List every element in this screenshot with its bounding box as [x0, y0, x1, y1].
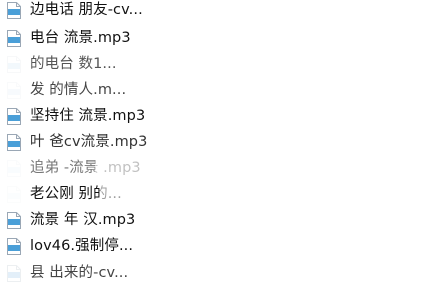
list-item[interactable]: 边电话 朋友-cv...: [0, 0, 143, 23]
mp3-file-icon: [7, 81, 21, 99]
file-name: 的电台 数1...: [30, 56, 117, 72]
mp3-file-icon: [7, 29, 21, 47]
mp3-file-icon: [7, 264, 21, 282]
list-item[interactable]: 县 出来的-cv...: [0, 260, 128, 283]
file-name: 边电话 朋友-cv...: [30, 2, 143, 18]
list-item[interactable]: 流景 年 汉.mp3: [0, 207, 135, 233]
file-list: 边电话 朋友-cv... 电台 流景.mp3 的电台 数1... 发 的情人.m…: [0, 0, 430, 283]
file-name: 县 出来的-cv...: [30, 265, 129, 281]
mp3-file-icon: [7, 107, 21, 125]
file-name: 追弟 -流景 .mp3: [30, 160, 141, 176]
list-item[interactable]: lov46.强制停...: [0, 233, 133, 259]
list-item[interactable]: 的电台 数1...: [0, 51, 117, 77]
file-name: 流景 年 汉.mp3: [30, 212, 136, 228]
list-item[interactable]: 老公刚 别的...: [0, 181, 122, 207]
list-item[interactable]: 追弟 -流景 .mp3: [0, 155, 141, 181]
mp3-file-icon: [7, 1, 21, 19]
list-item[interactable]: 叶 爸cv流景.mp3: [0, 129, 147, 155]
file-name: 叶 爸cv流景.mp3: [30, 134, 148, 150]
file-name: 电台 流景.mp3: [30, 30, 131, 46]
list-item[interactable]: 电台 流景.mp3: [0, 25, 131, 51]
list-item[interactable]: 坚持住 流景.mp3: [0, 103, 145, 129]
file-name: lov46.强制停...: [30, 238, 134, 254]
file-name: 发 的情人.m...: [30, 82, 127, 98]
faded-overlay: [135, 55, 180, 73]
mp3-file-icon: [7, 55, 21, 73]
mp3-file-icon: [7, 237, 21, 255]
mp3-file-icon: [7, 159, 21, 177]
list-item[interactable]: 发 的情人.m...: [0, 77, 126, 103]
mp3-file-icon: [7, 133, 21, 151]
file-name: 老公刚 别的...: [30, 186, 122, 202]
mp3-file-icon: [7, 211, 21, 229]
mp3-file-icon: [7, 185, 21, 203]
file-name: 坚持住 流景.mp3: [30, 108, 146, 124]
